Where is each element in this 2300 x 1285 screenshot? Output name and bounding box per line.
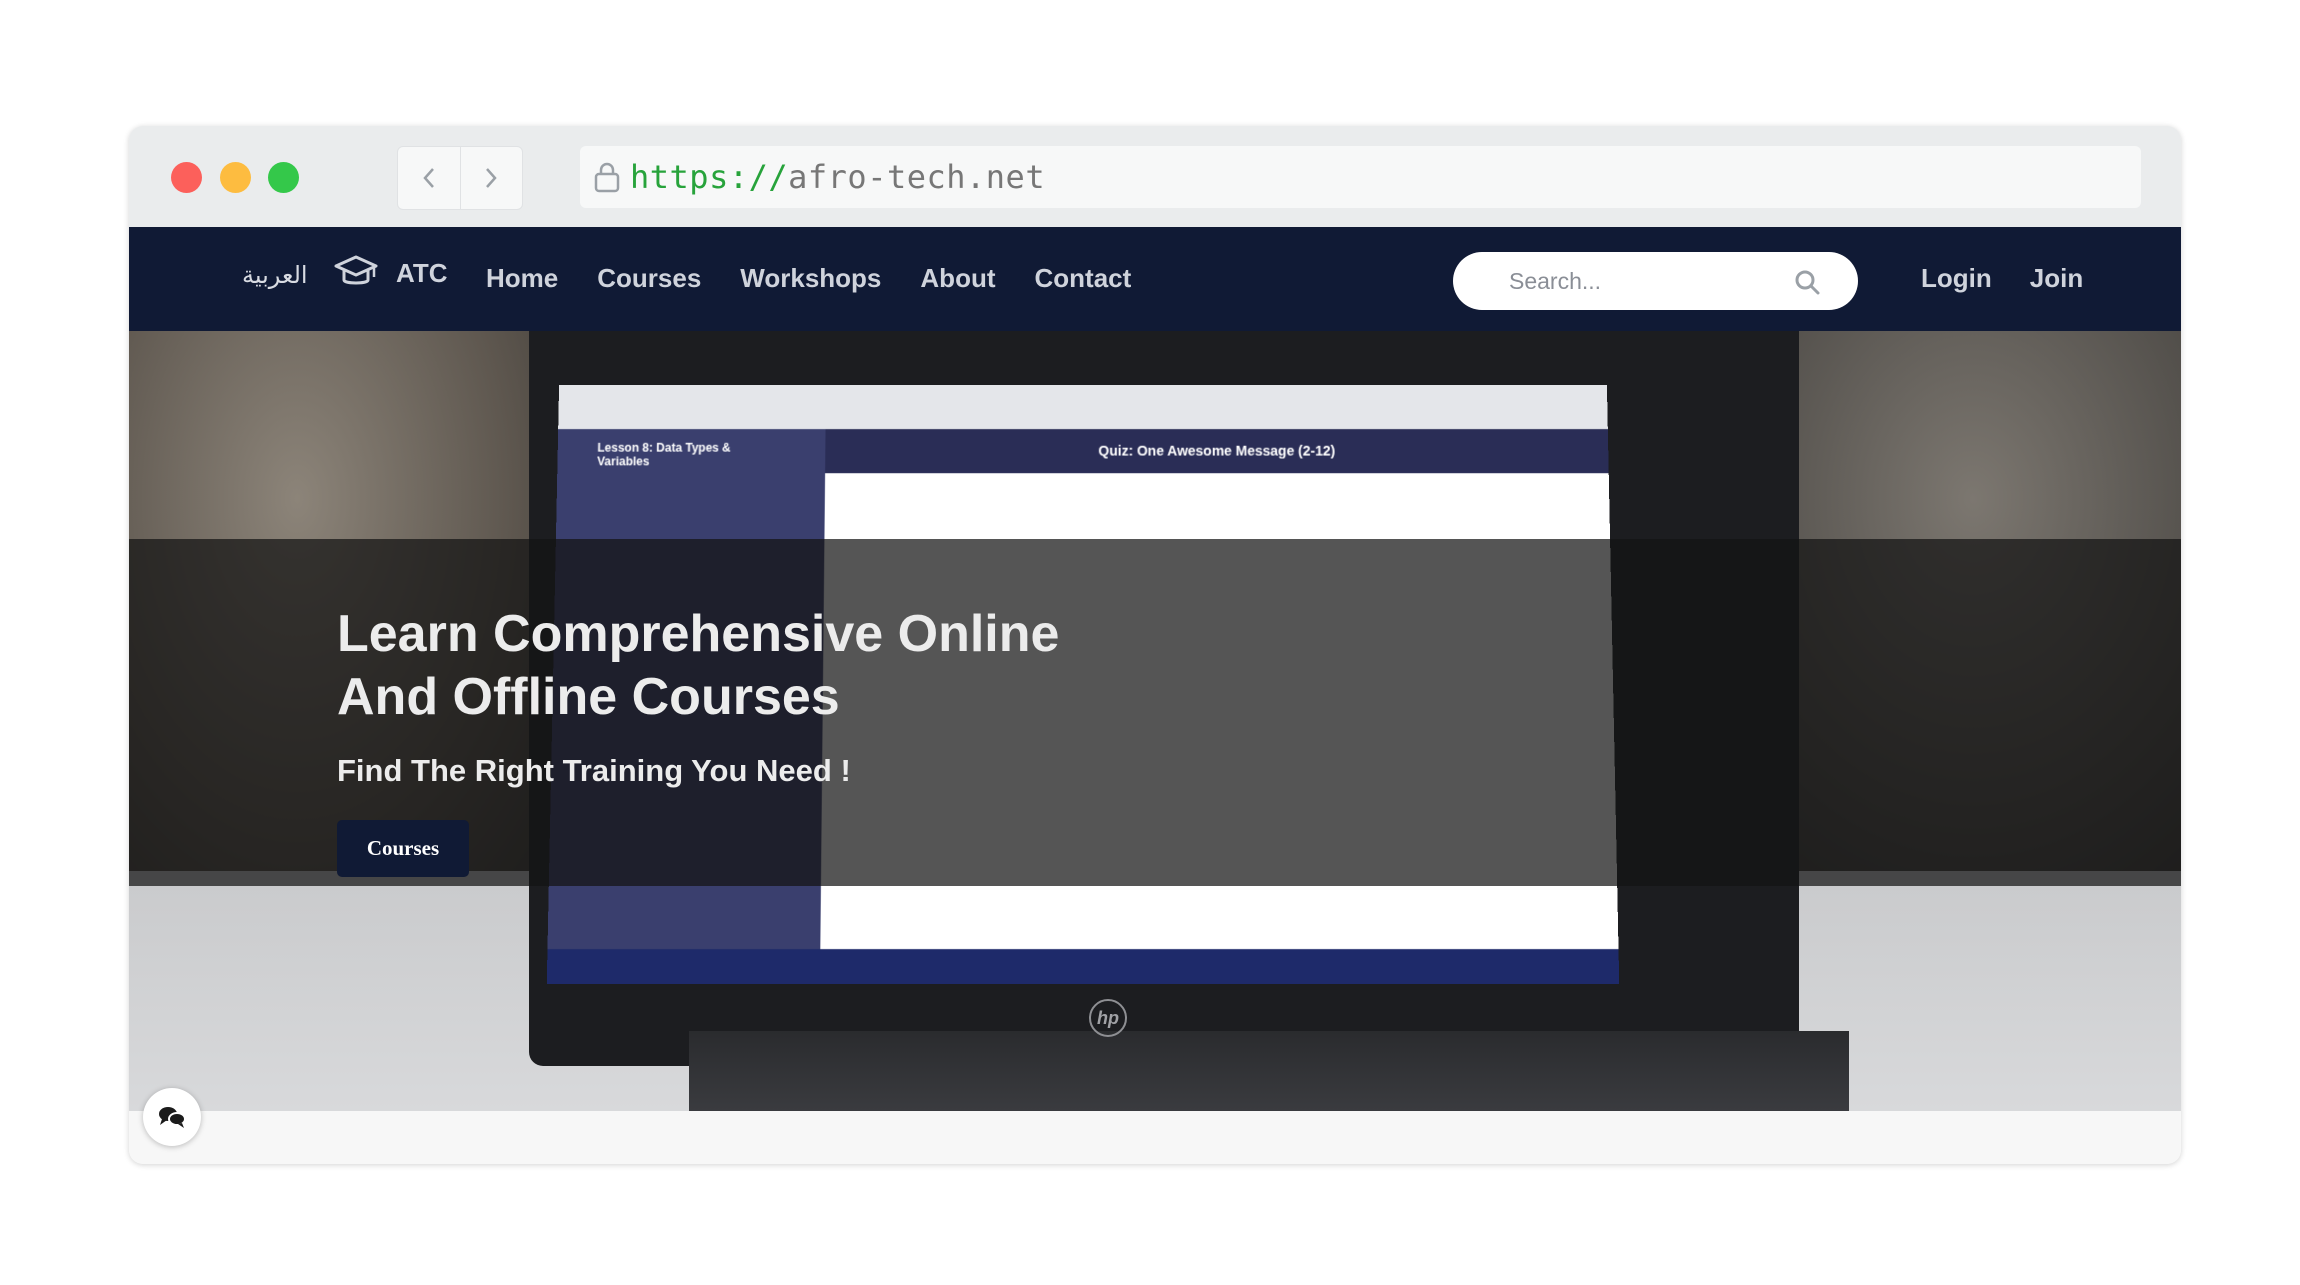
main-nav: Home Courses Workshops About Contact: [486, 263, 1170, 294]
language-switch-link[interactable]: العربية: [242, 261, 308, 289]
graduation-cap-icon: [334, 253, 378, 293]
chat-bubbles-icon: [157, 1104, 187, 1130]
hero-section: Lesson 8: Data Types & Variables Quiz: O…: [129, 331, 2181, 1111]
browser-window: https://afro-tech.net العربية ATC Home C…: [129, 126, 2181, 1164]
laptop-screen-lesson: Lesson 8: Data Types & Variables: [557, 429, 736, 468]
page-bottom-strip: [129, 1111, 2181, 1164]
history-nav: [397, 146, 523, 210]
browser-chrome: https://afro-tech.net: [129, 126, 2181, 228]
laptop-keyboard-deck: [689, 1031, 1849, 1111]
hero-title: Learn Comprehensive Online And Offline Co…: [337, 603, 1237, 729]
forward-button[interactable]: [460, 147, 523, 209]
maximize-window-button[interactable]: [268, 162, 299, 193]
auth-links: Login Join: [1921, 263, 2121, 294]
nav-link-courses[interactable]: Courses: [597, 263, 701, 294]
back-button[interactable]: [398, 147, 460, 209]
chevron-left-icon: [422, 167, 436, 189]
nav-link-workshops[interactable]: Workshops: [740, 263, 881, 294]
address-bar[interactable]: https://afro-tech.net: [580, 146, 2141, 208]
search-input[interactable]: [1507, 267, 1791, 296]
hero-title-line-2: And Offline Courses: [337, 668, 840, 726]
hero-subtitle: Find The Right Training You Need !: [337, 753, 851, 789]
hp-logo-icon: hp: [1089, 999, 1127, 1037]
lock-icon: [594, 161, 620, 193]
url-host: afro-tech.net: [788, 158, 1045, 196]
hero-title-line-1: Learn Comprehensive Online: [337, 605, 1059, 663]
laptop-screen-browser-tabs: [558, 385, 1608, 429]
chevron-right-icon: [484, 167, 498, 189]
hero-courses-button[interactable]: Courses: [337, 820, 469, 877]
search-icon[interactable]: [1794, 269, 1820, 300]
brand[interactable]: ATC: [334, 253, 448, 293]
nav-link-home[interactable]: Home: [486, 263, 558, 294]
search-box: [1453, 252, 1858, 310]
laptop-screen-heading: Quiz: One Awesome Message (2-12): [825, 429, 1608, 458]
login-link[interactable]: Login: [1921, 263, 1992, 294]
url-text: https://afro-tech.net: [630, 158, 1045, 196]
url-scheme: https://: [630, 158, 788, 196]
nav-link-about[interactable]: About: [920, 263, 995, 294]
join-link[interactable]: Join: [2030, 263, 2083, 294]
chat-button[interactable]: [143, 1088, 201, 1146]
minimize-window-button[interactable]: [220, 162, 251, 193]
laptop-screen-topbar: Quiz: One Awesome Message (2-12): [825, 429, 1609, 473]
close-window-button[interactable]: [171, 162, 202, 193]
site-navbar: العربية ATC Home Courses Workshops About…: [129, 227, 2181, 331]
nav-link-contact[interactable]: Contact: [1035, 263, 1132, 294]
laptop-screen-taskbar: [547, 949, 1619, 984]
brand-label: ATC: [396, 258, 448, 289]
